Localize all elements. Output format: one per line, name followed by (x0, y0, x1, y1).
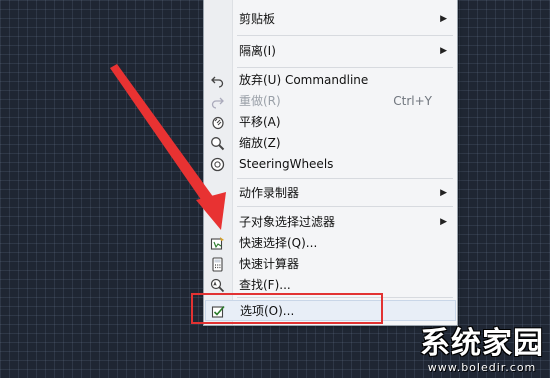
menu-item-steeringwheels[interactable]: SteeringWheels (205, 154, 456, 175)
menu-separator (237, 35, 453, 36)
menu-item-pan[interactable]: 平移(A) (205, 112, 456, 133)
menu-item-label: 隔离(I) (239, 44, 276, 58)
quick-select-icon (210, 237, 224, 250)
menu-item-label: 动作录制器 (239, 186, 300, 200)
watermark-title: 系统家园 (420, 326, 544, 361)
submenu-arrow-icon: ▶ (440, 46, 447, 56)
submenu-arrow-icon: ▶ (440, 217, 447, 227)
menu-item-label: 缩放(Z) (239, 136, 281, 150)
undo-icon (211, 76, 224, 88)
menu-item-clipboard[interactable]: 剪贴板 ▶ (205, 9, 456, 30)
submenu-arrow-icon: ▶ (440, 188, 447, 198)
menu-item-label: 重做(R) (239, 94, 281, 108)
menu-item-shortcut: Ctrl+Y (393, 94, 432, 108)
submenu-arrow-icon: ▶ (440, 14, 447, 24)
menu-item-isolate[interactable]: 隔离(I) ▶ (205, 41, 456, 62)
menu-item-redo[interactable]: 重做(R) Ctrl+Y (205, 91, 456, 112)
menu-item-quick-select[interactable]: 快速选择(Q)... (205, 233, 456, 254)
redo-icon (211, 97, 224, 109)
menu-separator (237, 206, 453, 207)
menu-item-label: 快速计算器 (239, 257, 300, 271)
menu-item-label: 平移(A) (239, 115, 281, 129)
menu-separator (237, 67, 453, 68)
watermark-logo: 系统家园 www.boledir.com (420, 326, 544, 375)
menu-item-subobject-filter[interactable]: 子对象选择过滤器 ▶ (205, 212, 456, 233)
context-menu: 剪贴板 ▶ 隔离(I) ▶ 放弃(U) Commandline 重做(R) Ct… (203, 0, 458, 326)
menu-item-label: SteeringWheels (239, 157, 334, 171)
calculator-icon (212, 257, 223, 272)
watermark-url: www.boledir.com (427, 361, 537, 374)
menu-item-label: 剪贴板 (239, 12, 276, 26)
menu-item-label: 快速选择(Q)... (239, 236, 318, 250)
menu-item-label: 子对象选择过滤器 (239, 215, 336, 229)
highlight-box (191, 293, 383, 324)
menu-item-action-recorder[interactable]: 动作录制器 ▶ (205, 183, 456, 204)
menu-item-quick-calculator[interactable]: 快速计算器 (205, 254, 456, 275)
menu-separator (237, 178, 453, 179)
zoom-icon (211, 137, 225, 151)
pan-hand-icon (212, 116, 224, 130)
menu-item-undo[interactable]: 放弃(U) Commandline (205, 70, 456, 91)
steering-wheel-icon (210, 157, 225, 172)
menu-item-zoom[interactable]: 缩放(Z) (205, 133, 456, 154)
menu-item-label: 放弃(U) Commandline (239, 73, 369, 87)
find-text-icon (210, 278, 225, 293)
